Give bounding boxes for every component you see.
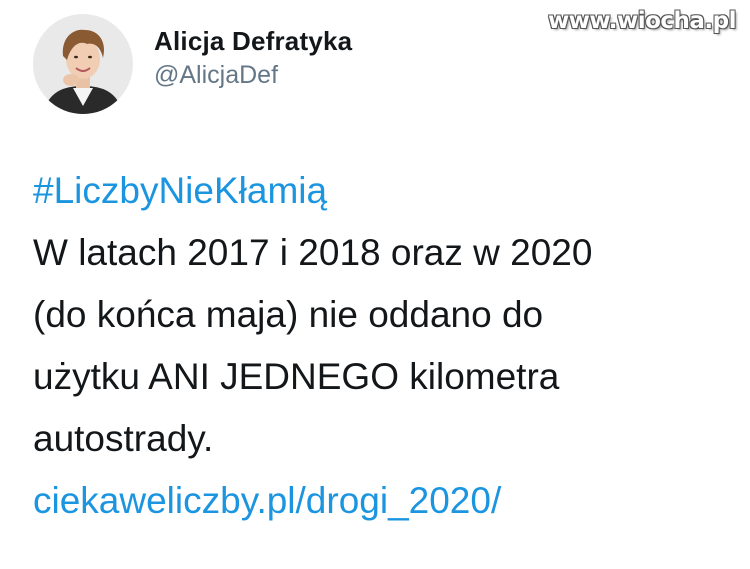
author-names: Alicja Defratyka @AlicjaDef <box>154 25 352 91</box>
watermark: www.wiocha.pl <box>547 8 737 34</box>
hashtag-link[interactable]: #LiczbyNieKłamią <box>33 170 327 211</box>
tweet-header: Alicja Defratyka @AlicjaDef <box>33 14 352 114</box>
tweet-text-line: autostrady. <box>33 418 214 459</box>
avatar-photo-icon <box>33 14 133 114</box>
author-display-name[interactable]: Alicja Defratyka <box>154 25 352 57</box>
tweet-text-line: W latach 2017 i 2018 oraz w 2020 <box>33 232 593 273</box>
avatar[interactable] <box>33 14 133 114</box>
author-handle[interactable]: @AlicjaDef <box>154 59 352 91</box>
tweet-card: www.wiocha.pl Alicja Defratyka @AlicjaDe… <box>0 0 750 569</box>
url-link[interactable]: ciekaweliczby.pl/drogi_2020/ <box>33 480 501 521</box>
tweet-body: #LiczbyNieKłamią W latach 2017 i 2018 or… <box>33 160 733 532</box>
tweet-text-line: użytku ANI JEDNEGO kilometra <box>33 356 560 397</box>
tweet-text-line: (do końca maja) nie oddano do <box>33 294 544 335</box>
